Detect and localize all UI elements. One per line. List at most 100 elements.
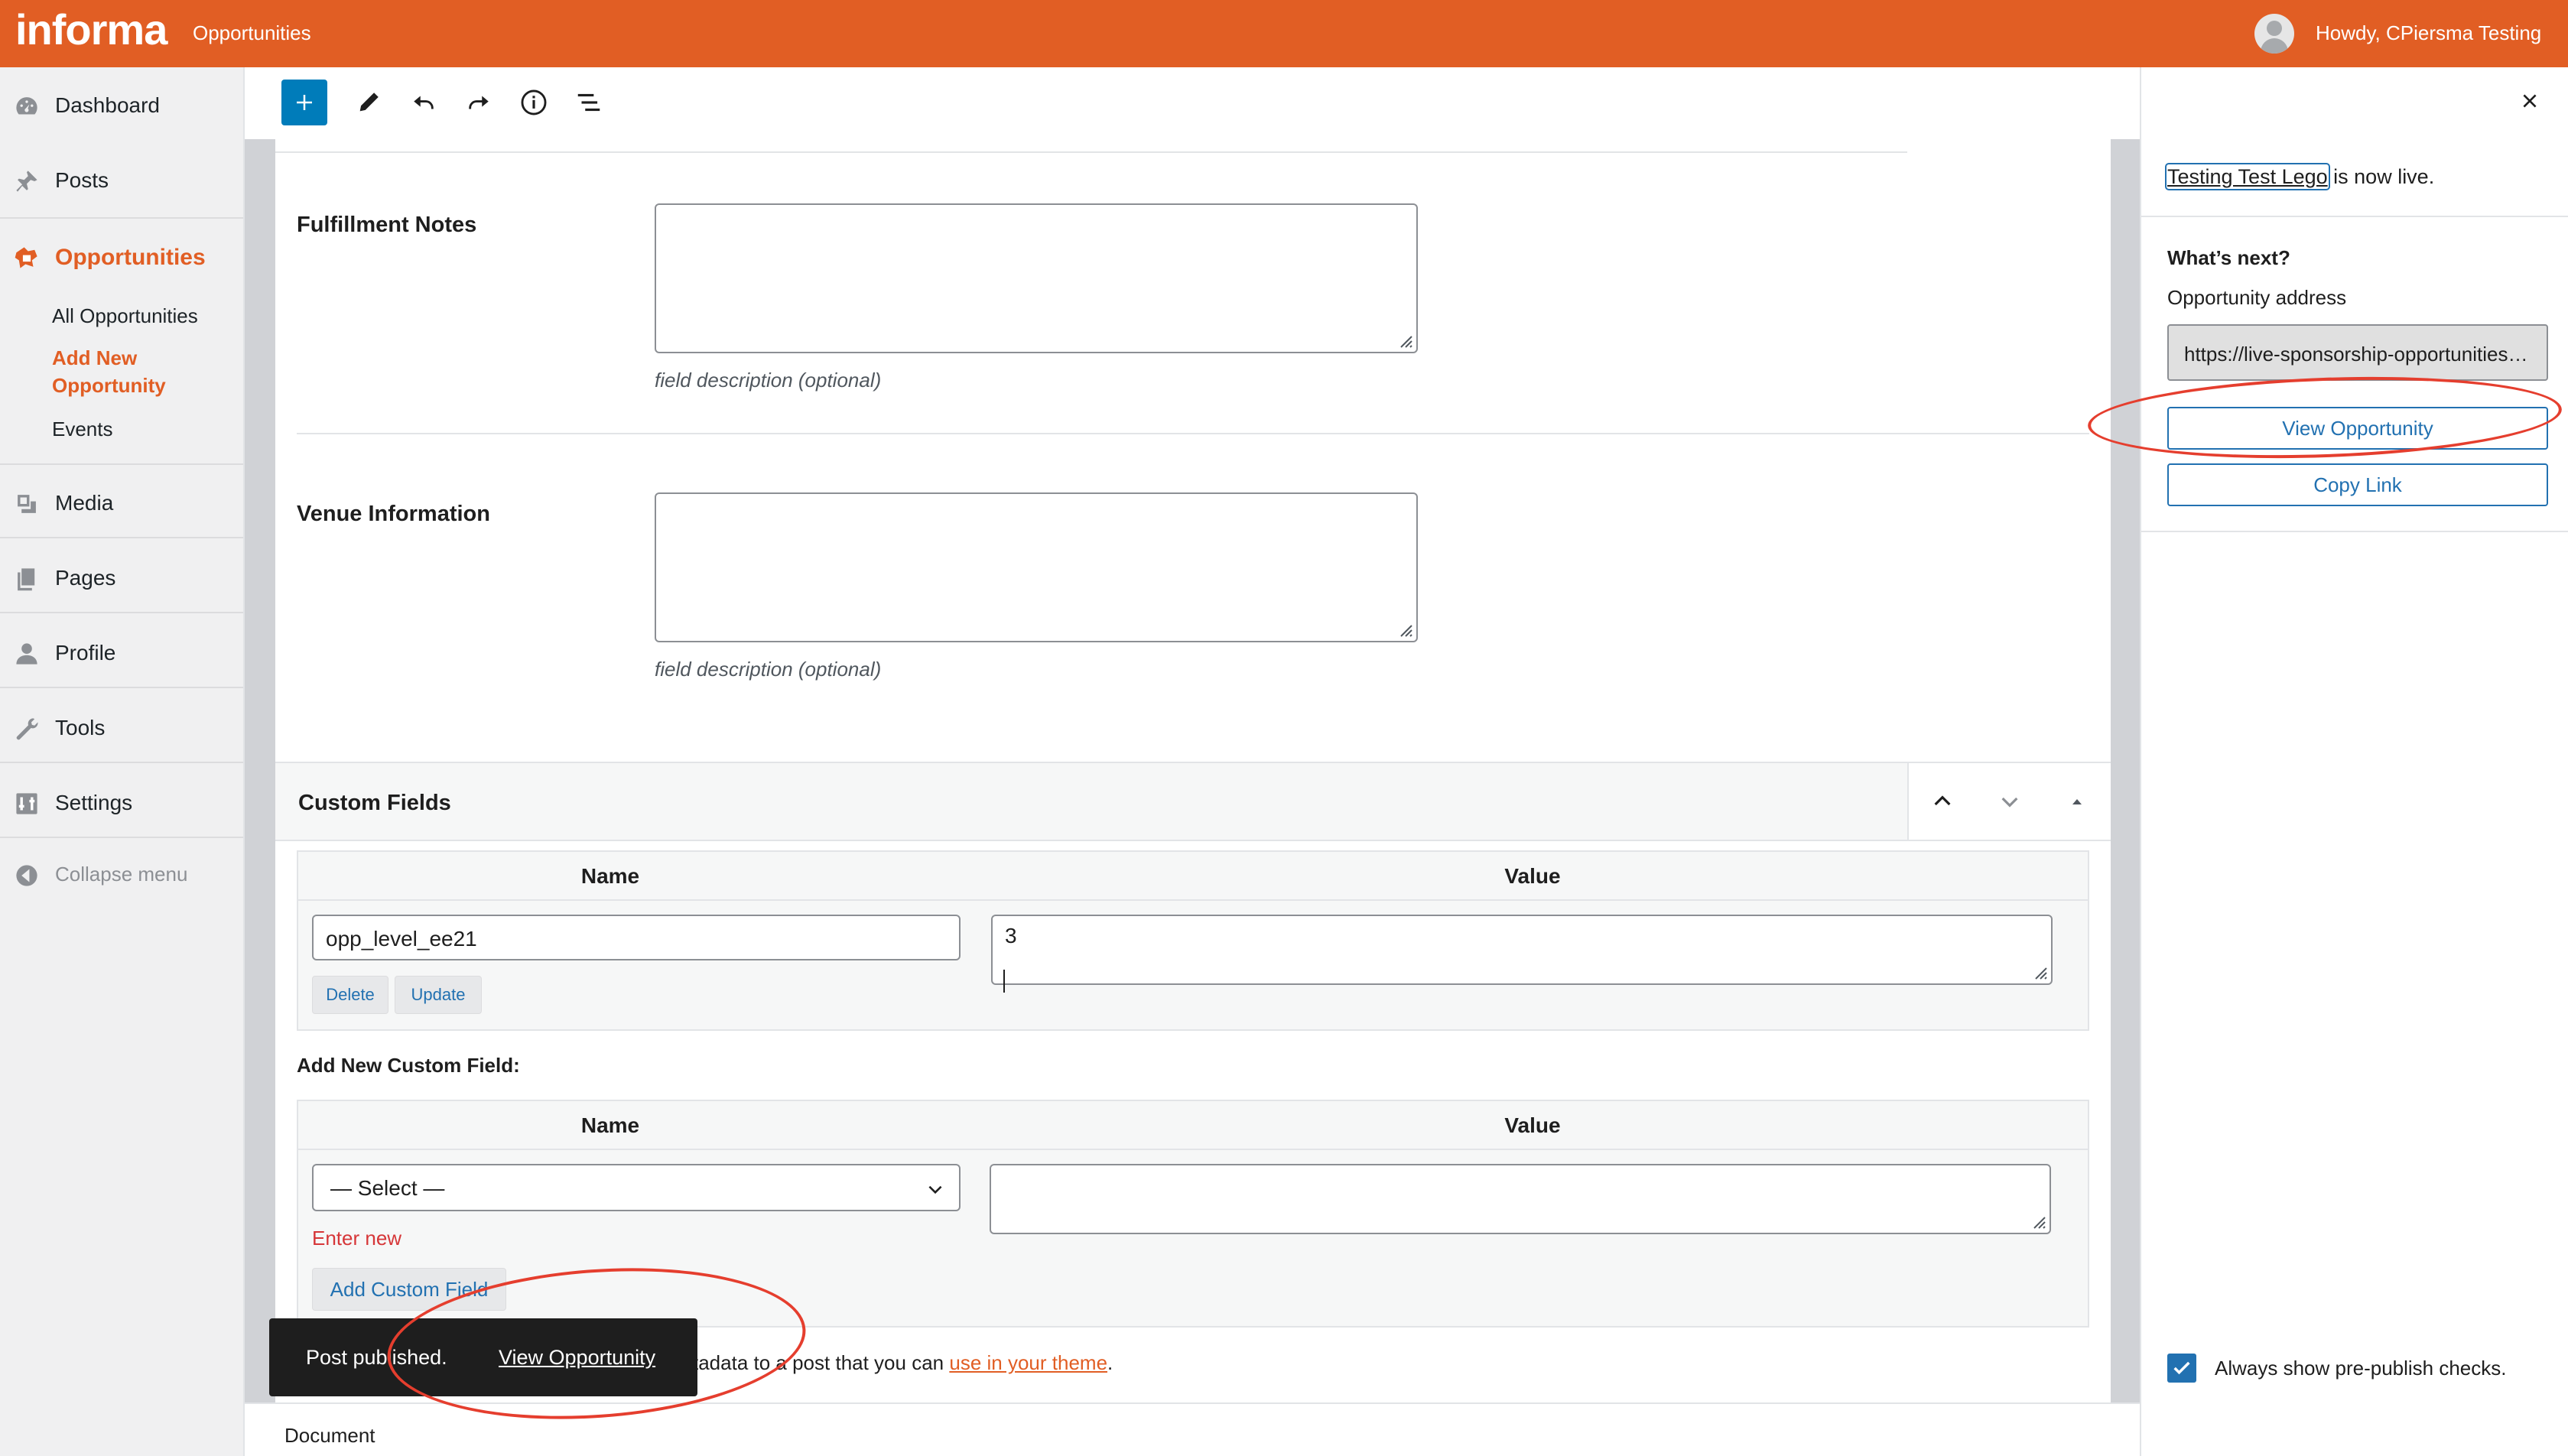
post-title-link[interactable]: Testing Test Lego [2165,163,2330,190]
menu-separator [0,537,243,538]
new-custom-field-value-textarea[interactable] [990,1164,2051,1234]
value-column-header: Value [1504,864,1561,888]
editor-footer: Document [245,1402,2140,1456]
snackbar-message: Post published. [306,1346,447,1369]
howdy-user-link[interactable]: Howdy, CPiersma Testing [2316,21,2541,45]
update-button[interactable]: Update [395,976,482,1014]
site-name-link[interactable]: Opportunities [193,21,311,45]
whats-next-heading: What’s next? [2167,246,2290,269]
move-up-button[interactable] [1927,786,1958,817]
menu-item-tools[interactable]: Tools [0,690,243,765]
resize-grip-icon[interactable] [1398,622,1413,638]
enter-new-link[interactable]: Enter new [312,1227,401,1250]
admin-bar: informa Opportunities Howdy, CPiersma Te… [0,0,2568,67]
collapse-menu-button[interactable]: Collapse menu [0,837,243,912]
add-custom-field-button[interactable]: Add Custom Field [312,1268,506,1311]
view-opportunity-button[interactable]: View Opportunity [2167,407,2548,450]
checkmark-icon [2173,1361,2190,1375]
custom-field-value-textarea[interactable]: 3 [991,915,2053,993]
value-column-header: Value [1504,1113,1561,1137]
submenu-events[interactable]: Events [52,418,113,441]
menu-item-media[interactable]: Media [0,465,243,540]
chevron-down-icon [2001,797,2018,808]
menu-label-dashboard: Dashboard [55,93,160,117]
submenu-all-opportunities[interactable]: All Opportunities [52,304,198,328]
text-cursor [1003,970,1005,993]
select-value: — Select — [330,1176,445,1200]
user-avatar[interactable] [2254,14,2294,54]
fulfillment-notes-description: field description (optional) [655,369,882,392]
opportunity-address-label: Opportunity address [2167,286,2347,309]
submenu-add-new-opportunity[interactable]: Add New Opportunity [52,344,166,399]
collapse-menu-label: Collapse menu [55,863,188,886]
copy-link-button[interactable]: Copy Link [2167,463,2548,506]
field-divider [297,433,2089,434]
admin-menu: Dashboard Posts Opportunities All Opport… [0,67,245,1456]
menu-separator [0,612,243,613]
menu-item-dashboard[interactable]: Dashboard [0,67,243,142]
post-live-message: Testing Test Lego is now live. [2165,163,2435,190]
menu-item-profile[interactable]: Profile [0,615,243,690]
delete-button[interactable]: Delete [312,976,388,1014]
close-panel-button[interactable] [2508,80,2551,122]
menu-label-media: Media [55,491,114,515]
caret-up-icon [2072,799,2082,804]
menu-item-settings[interactable]: Settings [0,765,243,840]
custom-field-name-input[interactable]: opp_level_ee21 [312,915,961,960]
menu-label-opportunities: Opportunities [55,245,206,270]
panel-divider [2141,216,2568,217]
resize-grip-icon[interactable] [1398,333,1413,349]
name-column-header: Name [580,1113,640,1137]
submenu-add-new-line1: Add New [52,346,138,369]
opportunities-icon [15,247,37,268]
toggle-panel-button[interactable] [2062,786,2092,817]
custom-fields-help-text: tadata to a post that you can use in you… [693,1351,1113,1375]
menu-label-posts: Posts [55,168,109,192]
panel-divider [2141,531,2568,532]
custom-fields-table: Name Value opp_level_ee21 3 Delete Updat… [297,850,2089,1031]
menu-item-posts[interactable]: Posts [0,142,243,217]
pages-icon [18,568,35,591]
list-view-button[interactable] [566,80,612,125]
venue-information-textarea[interactable] [655,492,1418,642]
metabox-top-strip [275,139,1907,153]
custom-fields-panel-controls [1907,763,2111,840]
details-button[interactable] [511,80,557,125]
undo-icon [414,96,434,109]
custom-fields-panel-header[interactable]: Custom Fields [275,762,2111,841]
menu-item-opportunities[interactable]: Opportunities [0,219,243,294]
tools-button[interactable] [346,80,392,125]
chevron-down-icon [928,1185,942,1194]
menu-label-profile: Profile [55,641,116,665]
table-row: opp_level_ee21 3 Delete Update [298,899,2088,1029]
menu-label-pages: Pages [55,566,116,590]
resize-grip-icon[interactable] [2031,1214,2046,1230]
fulfillment-notes-textarea[interactable] [655,203,1418,353]
custom-field-key-select[interactable]: — Select — [312,1164,961,1211]
undo-button[interactable] [401,80,447,125]
redo-button[interactable] [456,80,502,125]
help-suffix: . [1107,1351,1113,1374]
menu-item-pages[interactable]: Pages [0,540,243,615]
pre-publish-checkbox[interactable] [2167,1354,2196,1383]
resize-grip-icon[interactable] [2033,965,2048,980]
list-view-icon [577,93,600,112]
use-in-theme-link[interactable]: use in your theme [949,1351,1107,1374]
add-new-custom-field-label: Add New Custom Field: [297,1054,520,1077]
fulfillment-notes-label: Fulfillment Notes [297,213,477,237]
close-icon [2523,94,2537,108]
redo-icon [469,96,489,109]
plus-icon [297,95,312,110]
move-down-button[interactable] [1994,786,2025,817]
opportunity-address-input[interactable]: https://live-sponsorship-opportunities.p… [2167,324,2548,381]
add-block-button[interactable] [281,80,327,125]
informa-logo[interactable]: informa [15,5,167,54]
menu-label-tools: Tools [55,716,106,739]
editor-toolbar [245,67,2140,139]
custom-fields-title: Custom Fields [298,791,451,815]
live-suffix: is now live. [2327,165,2435,188]
snackbar-view-opportunity-link[interactable]: View Opportunity [499,1346,655,1370]
block-breadcrumb[interactable]: Document [284,1424,375,1448]
menu-separator [0,687,243,688]
dashboard-icon [16,97,37,115]
